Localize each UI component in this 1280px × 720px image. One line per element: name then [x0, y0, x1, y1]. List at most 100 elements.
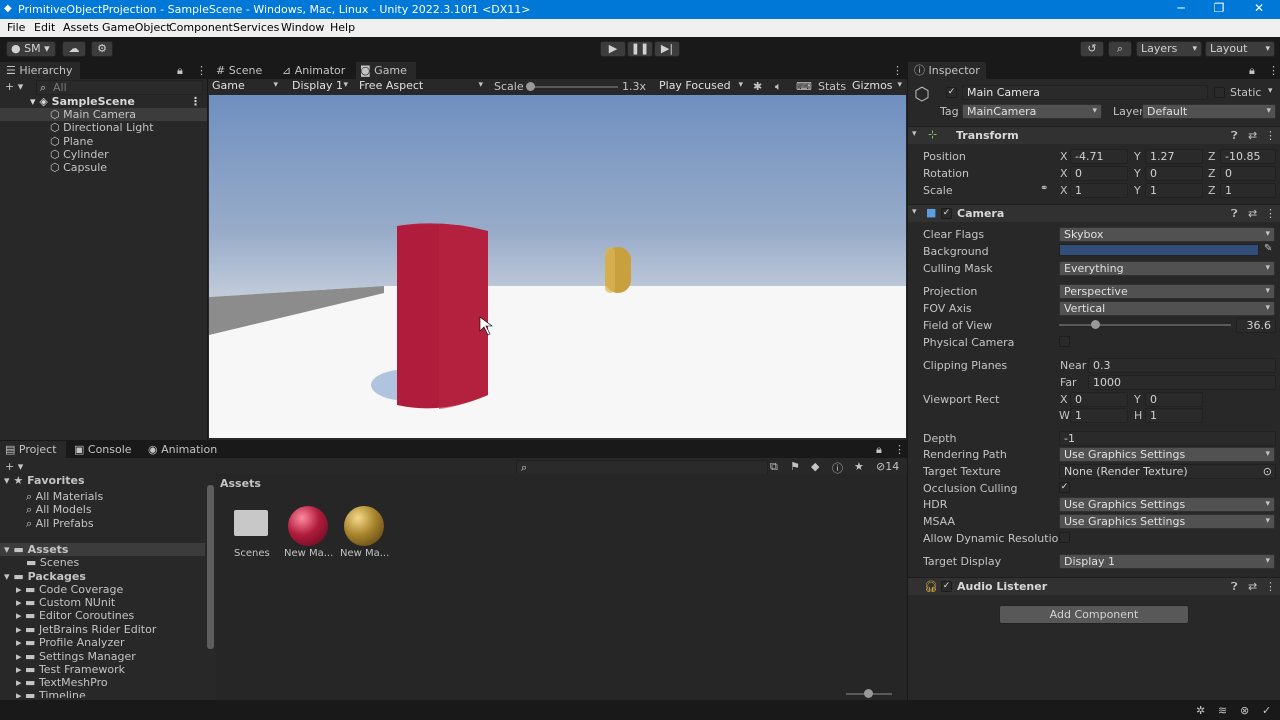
minimize-button[interactable]: ─: [1162, 1, 1200, 18]
static-dropdown-icon[interactable]: ▾: [1268, 86, 1273, 96]
icon-size-slider-thumb[interactable]: [864, 689, 873, 698]
position-x-field[interactable]: -4.71: [1070, 149, 1128, 164]
tag-dropdown[interactable]: MainCamera: [962, 104, 1102, 119]
help-icon[interactable]: ❓︎: [1231, 129, 1238, 143]
hdr-dropdown[interactable]: Use Graphics Settings: [1059, 497, 1275, 512]
search-button[interactable]: ⌕: [1108, 41, 1132, 57]
component-menu-icon[interactable]: ⋮: [1265, 207, 1276, 220]
history-button[interactable]: ↺: [1080, 41, 1104, 57]
static-checkbox[interactable]: [1214, 87, 1225, 98]
menu-services[interactable]: Services: [233, 21, 279, 34]
camera-enabled-checkbox[interactable]: ✓: [941, 208, 952, 219]
scale-z-field[interactable]: 1: [1220, 183, 1276, 198]
add-component-button[interactable]: Add Component: [999, 605, 1189, 624]
clear-flags-dropdown[interactable]: Skybox: [1059, 227, 1275, 242]
fov-slider-thumb[interactable]: [1091, 320, 1101, 329]
viewport-y-field[interactable]: 0: [1145, 392, 1203, 407]
asset-material-gold[interactable]: New Ma...: [340, 504, 390, 560]
help-icon[interactable]: ❓︎: [1231, 580, 1238, 594]
scale-x-field[interactable]: 1: [1070, 183, 1128, 198]
scene-menu-icon[interactable]: ⋮: [190, 95, 201, 108]
layout-dropdown[interactable]: Layout ▾: [1205, 41, 1275, 57]
favorite-all-models[interactable]: ⌕ All Models: [26, 503, 92, 516]
network-icon[interactable]: ⊗: [1240, 704, 1249, 717]
tab-game[interactable]: ◙ Game: [356, 62, 416, 79]
preset-icon[interactable]: ⇄: [1248, 129, 1257, 142]
progress-icon[interactable]: ≋: [1218, 704, 1227, 717]
tab-inspector[interactable]: ⓘ Inspector: [908, 62, 986, 79]
target-texture-field[interactable]: None (Render Texture) ⊙: [1059, 464, 1276, 479]
asset-scenes-folder[interactable]: Scenes: [228, 504, 272, 560]
favorite-all-materials[interactable]: ⌕ All Materials: [26, 490, 103, 503]
aspect-dropdown[interactable]: Free Aspect: [355, 79, 487, 94]
depth-field[interactable]: -1: [1059, 431, 1276, 446]
menu-component[interactable]: Component: [169, 21, 233, 34]
hierarchy-item-directional-light[interactable]: ⬡ Directional Light: [0, 121, 207, 134]
tab-animator[interactable]: ⊿ Animator: [282, 62, 354, 79]
more-menu-icon[interactable]: ⋮: [894, 443, 905, 456]
asset-store-icon[interactable]: ◆: [811, 460, 819, 473]
filter-by-type-icon[interactable]: ⧉: [770, 460, 778, 474]
close-button[interactable]: ✕: [1240, 1, 1278, 18]
package-settings-manager[interactable]: ▸ ▬ Settings Manager: [16, 650, 136, 663]
favorites-header[interactable]: ▾ ★ Favorites: [4, 474, 85, 487]
scale-slider[interactable]: [526, 82, 618, 91]
tab-project[interactable]: ▤ Project: [0, 441, 66, 458]
frame-debugger-icon[interactable]: ✱: [753, 80, 762, 93]
physical-camera-checkbox[interactable]: [1059, 336, 1070, 347]
game-render-viewport[interactable]: [209, 95, 906, 438]
object-picker-icon[interactable]: ⊙: [1263, 465, 1272, 478]
hierarchy-item-capsule[interactable]: ⬡ Capsule: [0, 161, 207, 174]
fov-value-field[interactable]: 36.6: [1236, 318, 1276, 333]
more-menu-icon[interactable]: ⋮: [1268, 64, 1279, 77]
asset-material-red[interactable]: New Ma...: [284, 504, 334, 560]
hidden-packages-count[interactable]: ⊘14: [876, 460, 899, 473]
package-test-framework[interactable]: ▸ ▬ Test Framework: [16, 663, 125, 676]
position-z-field[interactable]: -10.85: [1220, 149, 1276, 164]
layer-dropdown[interactable]: Default: [1142, 104, 1276, 119]
lock-icon[interactable]: 🔒︎: [876, 443, 882, 457]
folder-tree-scrollbar[interactable]: [207, 485, 214, 649]
package-textmeshpro[interactable]: ▸ ▬ TextMeshPro: [16, 676, 108, 689]
icon-size-slider[interactable]: [846, 689, 892, 698]
favorite-star-icon[interactable]: ★: [854, 460, 864, 473]
lock-icon[interactable]: 🔒︎: [1249, 64, 1255, 78]
rotation-z-field[interactable]: 0: [1220, 166, 1276, 181]
menu-assets[interactable]: Assets: [63, 21, 99, 34]
game-mode-dropdown[interactable]: Game: [208, 79, 282, 94]
camera-header[interactable]: ▾ ■ ✓ Camera ❓︎ ⇄ ⋮: [908, 204, 1280, 222]
stats-toggle[interactable]: Stats: [818, 80, 846, 93]
step-button[interactable]: ▶|: [654, 41, 680, 57]
hierarchy-search-input[interactable]: ⌕ All: [36, 80, 203, 95]
fov-slider[interactable]: [1059, 320, 1231, 329]
preset-icon[interactable]: ⇄: [1248, 207, 1257, 220]
add-object-button[interactable]: + ▾: [5, 80, 23, 93]
near-field[interactable]: 0.3: [1088, 358, 1276, 373]
packages-folder[interactable]: ▾ ▬ Packages: [4, 570, 86, 583]
project-search-input[interactable]: ⌕: [516, 460, 768, 475]
collab-button[interactable]: ⚙: [91, 41, 113, 57]
display-dropdown[interactable]: Display 1: [288, 79, 352, 94]
preset-icon[interactable]: ⇄: [1248, 580, 1257, 593]
dynamic-resolution-checkbox[interactable]: [1059, 532, 1070, 543]
culling-mask-dropdown[interactable]: Everything: [1059, 261, 1275, 276]
viewport-w-field[interactable]: 1: [1070, 408, 1128, 423]
more-menu-icon[interactable]: ⋮: [196, 64, 207, 77]
viewport-x-field[interactable]: 0: [1070, 392, 1128, 407]
menu-file[interactable]: File: [7, 21, 25, 34]
link-icon[interactable]: ⚭: [1040, 183, 1048, 194]
tab-scene[interactable]: # Scene: [216, 62, 280, 79]
lock-icon[interactable]: 🔒︎: [177, 64, 183, 78]
hierarchy-item-cylinder[interactable]: ⬡ Cylinder: [0, 148, 207, 161]
play-focused-dropdown[interactable]: Play Focused: [655, 79, 747, 94]
audio-listener-checkbox[interactable]: ✓: [941, 581, 952, 592]
rendering-path-dropdown[interactable]: Use Graphics Settings: [1059, 447, 1275, 462]
position-y-field[interactable]: 1.27: [1145, 149, 1203, 164]
package-custom-nunit[interactable]: ▸ ▬ Custom NUnit: [16, 596, 115, 609]
assets-folder[interactable]: ▾ ▬ Assets: [0, 543, 205, 556]
tab-animation[interactable]: ◉ Animation: [148, 441, 228, 458]
hierarchy-item-main-camera[interactable]: ⬡ Main Camera: [0, 108, 207, 121]
bug-icon[interactable]: ✲: [1196, 704, 1205, 717]
play-button[interactable]: ▶: [600, 41, 626, 57]
occlusion-culling-checkbox[interactable]: ✓: [1059, 482, 1070, 493]
